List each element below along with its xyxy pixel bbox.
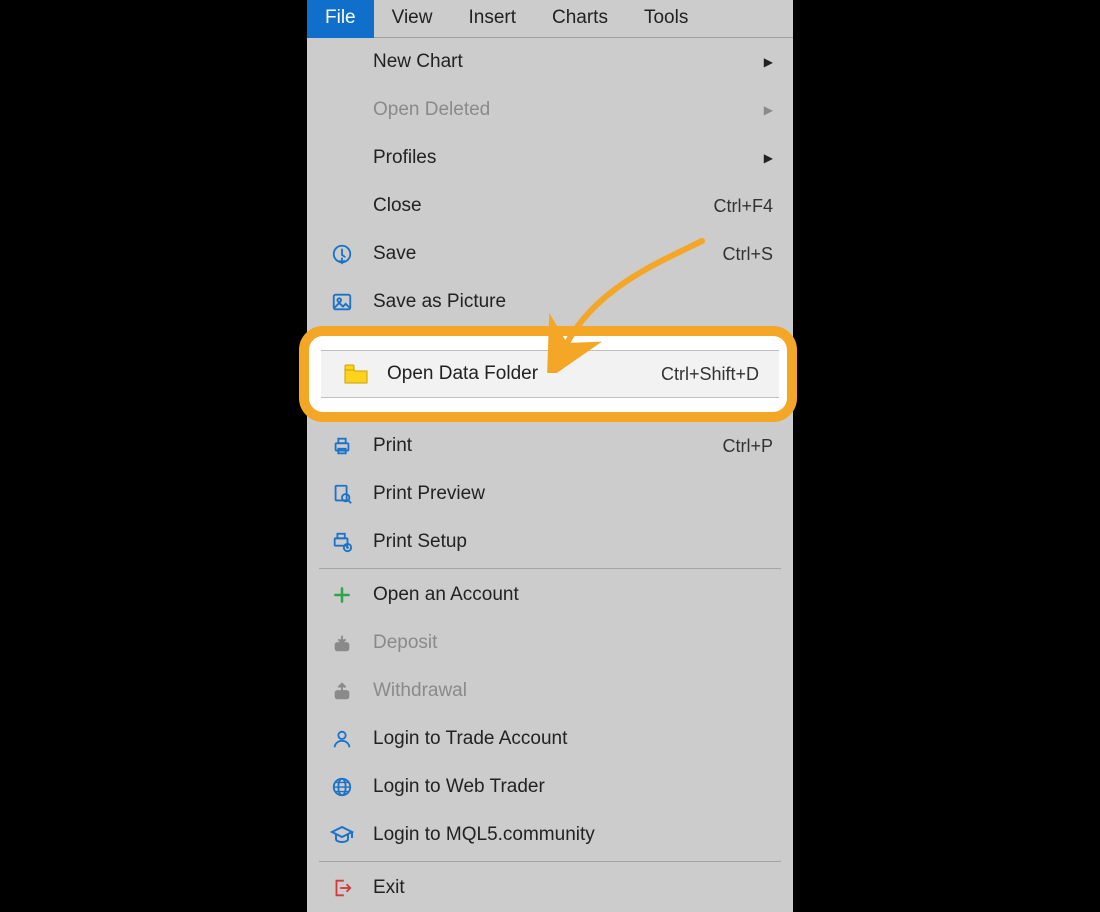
menu-item-label: Login to Web Trader [373, 776, 773, 798]
menu-separator [319, 568, 781, 569]
menu-item-print-preview[interactable]: Print Preview [307, 470, 793, 518]
menu-item-close[interactable]: Close Ctrl+F4 [307, 182, 793, 230]
menu-item-label: Open Data Folder [387, 363, 651, 385]
menu-item-save[interactable]: Save Ctrl+S [307, 230, 793, 278]
menu-item-label: Login to Trade Account [373, 728, 773, 750]
file-menu-dropdown: New Chart ▶ Open Deleted ▶ Profiles ▶ Cl… [307, 38, 793, 912]
menu-item-shortcut: Ctrl+F4 [713, 196, 773, 217]
menubar: File View Insert Charts Tools [307, 0, 793, 38]
blank-icon [325, 193, 359, 219]
user-icon [325, 726, 359, 752]
menu-item-label: Close [373, 195, 703, 217]
menu-item-label: Print [373, 435, 712, 457]
submenu-arrow-icon: ▶ [764, 151, 773, 165]
picture-icon [325, 289, 359, 315]
globe-icon [325, 774, 359, 800]
menu-separator [319, 861, 781, 862]
menu-item-open-an-account[interactable]: Open an Account [307, 571, 793, 619]
menu-item-label: Exit [373, 877, 773, 899]
submenu-arrow-icon: ▶ [764, 55, 773, 69]
menu-item-label: Open Deleted [373, 99, 754, 121]
menu-item-label: Print Preview [373, 483, 773, 505]
menu-item-print[interactable]: Print Ctrl+P [307, 422, 793, 470]
menu-item-shortcut: Ctrl+S [722, 244, 773, 265]
menubar-item-tools[interactable]: Tools [626, 0, 706, 38]
exit-icon [325, 875, 359, 901]
save-icon [325, 241, 359, 267]
menu-item-deposit: Deposit [307, 619, 793, 667]
menu-item-open-deleted: Open Deleted ▶ [307, 86, 793, 134]
menu-item-login-web-trader[interactable]: Login to Web Trader [307, 763, 793, 811]
blank-icon [325, 97, 359, 123]
print-preview-icon [325, 481, 359, 507]
plus-icon [325, 582, 359, 608]
menu-item-shortcut: Ctrl+Shift+D [661, 364, 759, 385]
menu-item-exit[interactable]: Exit [307, 864, 793, 912]
menubar-item-charts[interactable]: Charts [534, 0, 626, 38]
menubar-item-file[interactable]: File [307, 0, 374, 38]
menu-item-new-chart[interactable]: New Chart ▶ [307, 38, 793, 86]
print-setup-icon [325, 529, 359, 555]
app-panel: File View Insert Charts Tools New Chart … [307, 0, 793, 904]
submenu-arrow-icon: ▶ [764, 103, 773, 117]
blank-icon [325, 145, 359, 171]
menu-item-label: Login to MQL5.community [373, 824, 773, 846]
menu-item-open-data-folder[interactable]: Open Data Folder Ctrl+Shift+D [321, 350, 779, 398]
graduate-icon [325, 822, 359, 848]
menu-item-label: New Chart [373, 51, 754, 73]
menu-item-login-mql5[interactable]: Login to MQL5.community [307, 811, 793, 859]
menu-item-label: Open an Account [373, 584, 773, 606]
menu-item-label: Save as Picture [373, 291, 773, 313]
menu-item-login-trade-account[interactable]: Login to Trade Account [307, 715, 793, 763]
menu-item-label: Deposit [373, 632, 773, 654]
menubar-item-view[interactable]: View [374, 0, 451, 38]
deposit-icon [325, 630, 359, 656]
menubar-item-insert[interactable]: Insert [450, 0, 534, 38]
menu-item-label: Save [373, 243, 712, 265]
folder-icon [339, 361, 373, 387]
menu-item-label: Profiles [373, 147, 754, 169]
blank-icon [325, 49, 359, 75]
menu-item-save-as-picture[interactable]: Save as Picture [307, 278, 793, 326]
menu-item-print-setup[interactable]: Print Setup [307, 518, 793, 566]
print-icon [325, 433, 359, 459]
menu-item-profiles[interactable]: Profiles ▶ [307, 134, 793, 182]
menu-item-shortcut: Ctrl+P [722, 436, 773, 457]
menu-item-label: Print Setup [373, 531, 773, 553]
menu-item-withdrawal: Withdrawal [307, 667, 793, 715]
withdrawal-icon [325, 678, 359, 704]
menu-item-label: Withdrawal [373, 680, 773, 702]
